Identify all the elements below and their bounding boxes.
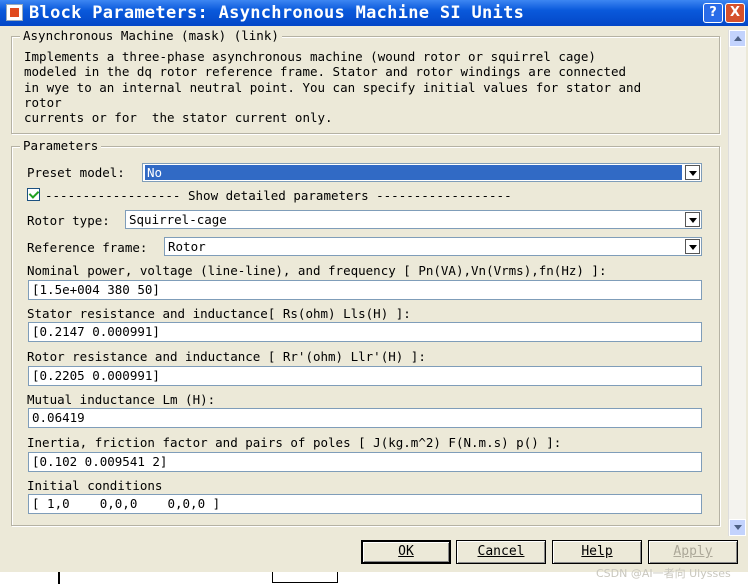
reference-frame-value: Rotor [168,239,206,254]
nominal-label: Nominal power, voltage (line-line), and … [27,263,607,278]
inertia-value: [0.102 0.009541 2] [32,454,168,469]
nominal-input[interactable]: [1.5e+004 380 50] [28,280,702,300]
title-help-button[interactable]: ? [703,3,723,23]
mutual-input[interactable]: 0.06419 [28,408,702,428]
background-box [272,572,338,583]
apply-label: Apply [673,544,713,559]
apply-button[interactable]: Apply [648,540,738,564]
help-label: Help [581,544,613,559]
show-detailed-checkbox[interactable] [27,188,40,201]
show-detailed-label: ------------------ Show detailed paramet… [45,188,512,203]
stator-label: Stator resistance and inductance[ Rs(ohm… [27,306,411,321]
vertical-scrollbar[interactable] [728,30,746,536]
reference-frame-dropdown[interactable]: Rotor [164,237,702,256]
window-title: Block Parameters: Asynchronous Machine S… [29,3,525,23]
title-bar: Block Parameters: Asynchronous Machine S… [0,0,748,26]
simulink-block-icon [6,4,23,21]
watermark-text: CSDN @AI一者向 Ulysses [596,567,731,580]
rotor-input[interactable]: [0.2205 0.000991] [28,366,702,386]
ok-button[interactable]: OK [361,540,451,564]
stator-value: [0.2147 0.000991] [32,324,160,339]
close-button[interactable]: X [725,3,745,23]
nominal-value: [1.5e+004 380 50] [32,282,160,297]
preset-model-value: No [145,165,682,180]
chevron-down-icon[interactable] [685,239,700,254]
preset-model-label: Preset model: [27,165,125,180]
stator-input[interactable]: [0.2147 0.000991] [28,322,702,342]
rotor-value: [0.2205 0.000991] [32,368,160,383]
mutual-value: 0.06419 [32,410,85,425]
chevron-down-icon[interactable] [685,165,700,180]
description-legend: Asynchronous Machine (mask) (link) [20,28,282,43]
rotor-type-value: Squirrel-cage [129,212,227,227]
parameters-legend: Parameters [20,138,102,153]
initial-value: [ 1,0 0,0,0 0,0,0 ] [32,496,221,511]
rotor-type-label: Rotor type: [27,213,110,228]
help-button[interactable]: Help [552,540,642,564]
initial-label: Initial conditions [27,478,163,493]
scroll-up-icon[interactable] [729,30,746,47]
inertia-label: Inertia, friction factor and pairs of po… [27,435,562,450]
cancel-button[interactable]: Cancel [456,540,546,564]
description-group: Asynchronous Machine (mask) (link) Imple… [11,28,720,134]
cancel-label: Cancel [477,544,525,559]
background-line [58,572,60,584]
rotor-type-dropdown[interactable]: Squirrel-cage [125,210,702,229]
preset-model-dropdown[interactable]: No [142,163,702,182]
block-description: Implements a three-phase asynchronous ma… [24,49,642,126]
ok-label: OK [398,544,414,559]
reference-frame-label: Reference frame: [27,240,148,255]
chevron-down-icon[interactable] [685,212,700,227]
scroll-down-icon[interactable] [729,519,746,536]
initial-input[interactable]: [ 1,0 0,0,0 0,0,0 ] [28,494,702,514]
mutual-label: Mutual inductance Lm (H): [27,392,216,407]
inertia-input[interactable]: [0.102 0.009541 2] [28,452,702,472]
rotor-label: Rotor resistance and inductance [ Rr'(oh… [27,349,426,364]
